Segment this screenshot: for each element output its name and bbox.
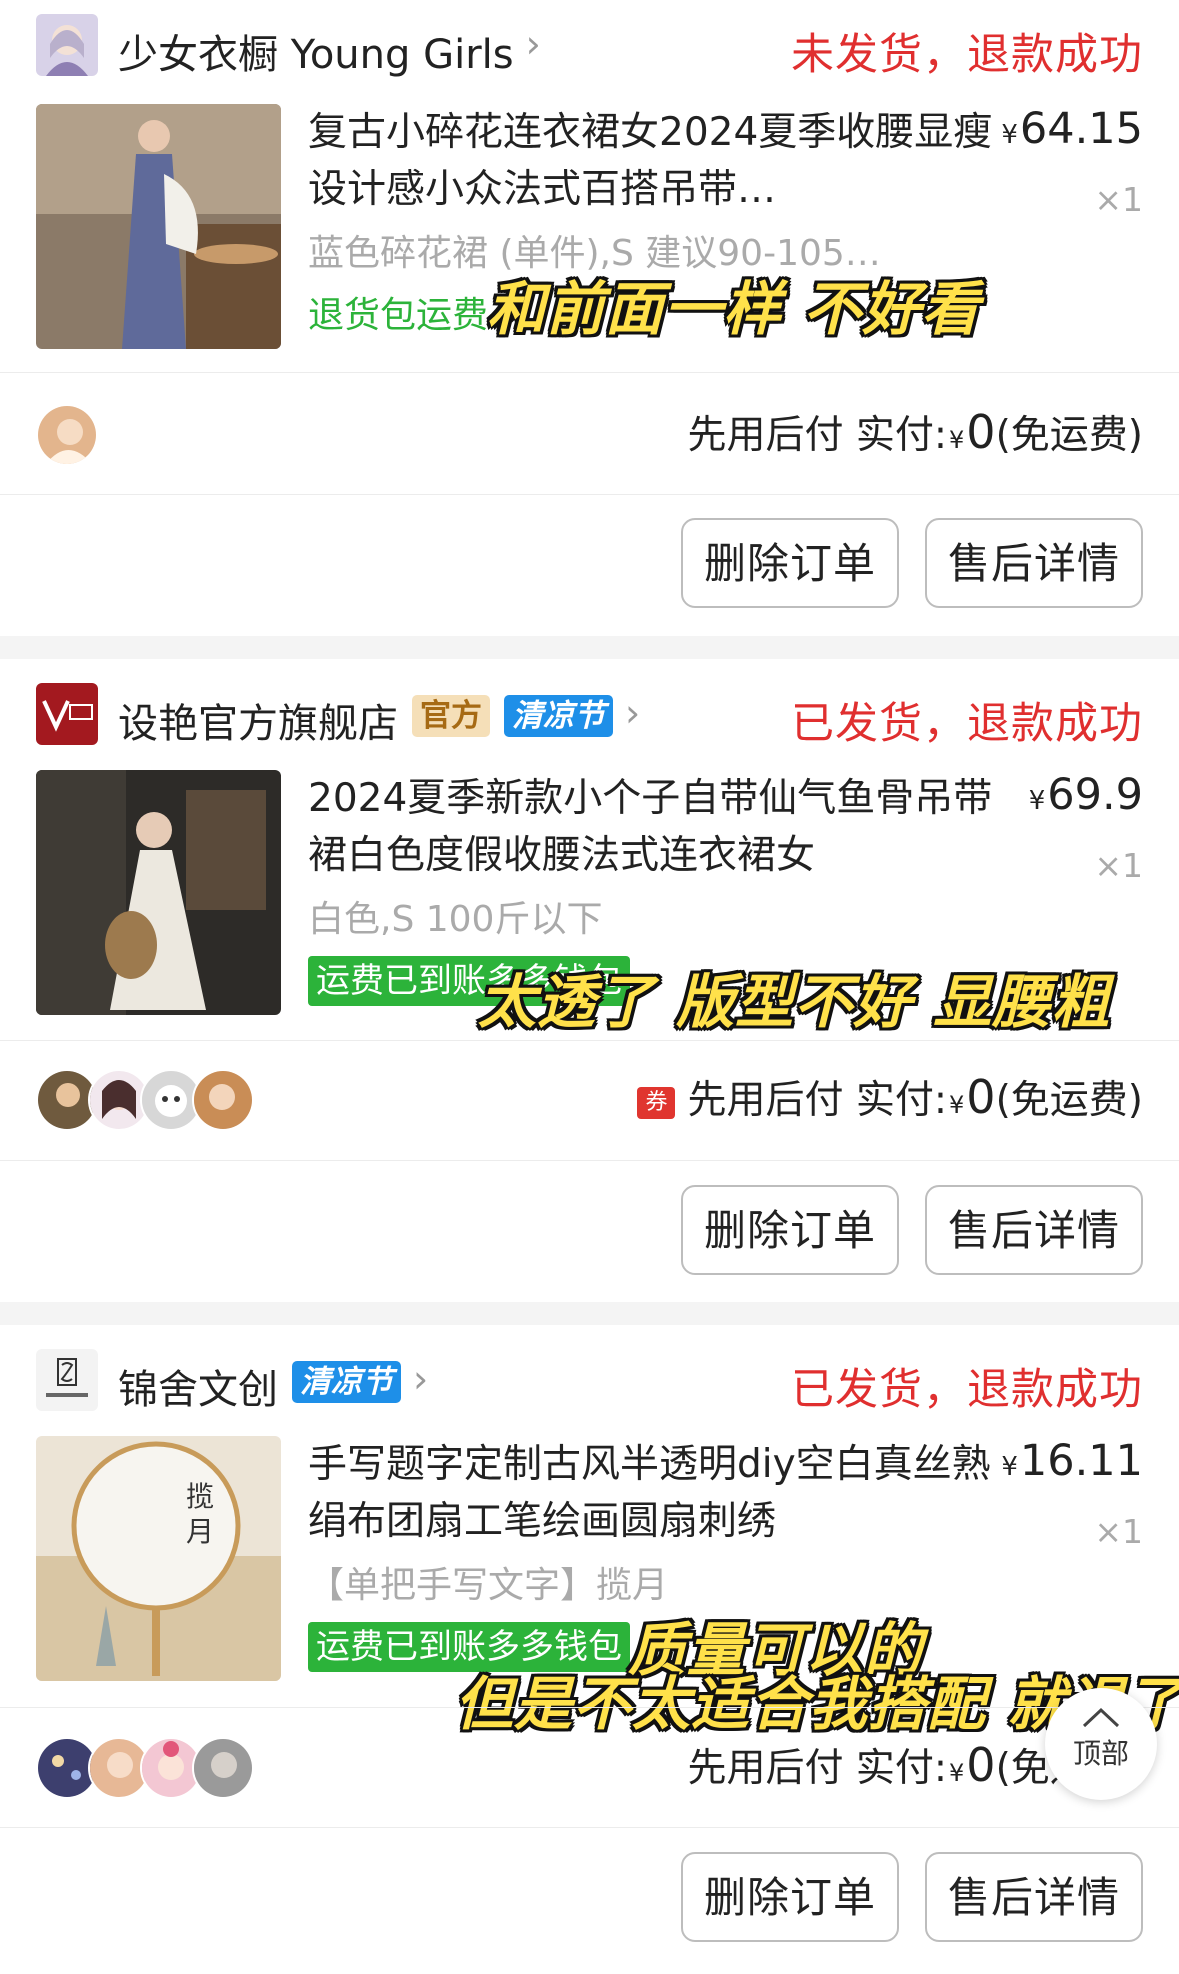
after-sales-details-button[interactable]: 售后详情	[925, 518, 1143, 608]
payment-summary: 券先用后付 实付:¥0(免运费)	[637, 1069, 1143, 1125]
product-spec: 【单把手写文字】揽月	[308, 1565, 669, 1606]
video-caption: 太透了 版型不好 显腰粗	[478, 968, 1111, 1036]
video-caption: 和前面一样 不好看	[487, 275, 981, 343]
shop-name[interactable]: 少女衣橱 Young Girls ›	[118, 22, 541, 80]
divider	[0, 1827, 1179, 1828]
buyer-avatar	[192, 1737, 254, 1799]
product-quantity: ×1	[1094, 846, 1143, 885]
chevron-right-icon: ›	[413, 1357, 429, 1401]
arrow-up-icon	[1082, 1707, 1120, 1728]
chevron-right-icon: ›	[625, 691, 641, 735]
payment-row: 券先用后付 实付:¥0(免运费)	[36, 1059, 1143, 1139]
back-to-top-label: 顶部	[1072, 1737, 1129, 1770]
product-spec: 白色,S 100斤以下	[308, 899, 603, 940]
chevron-right-icon: ›	[525, 22, 541, 66]
delete-order-button[interactable]: 删除订单	[681, 1852, 899, 1942]
event-tag: 清凉节	[504, 695, 613, 737]
payment-summary: 先用后付 实付:¥0(免运费)	[687, 405, 1143, 459]
shop-row[interactable]: 设艳官方旗舰店 官方 清凉节 › 已发货，退款成功	[36, 683, 1143, 749]
coupon-icon: 券	[637, 1086, 676, 1119]
product-image[interactable]: 揽 月	[36, 1436, 281, 1681]
order-status: 已发货，退款成功	[791, 1365, 1143, 1415]
order-item[interactable]: 揽 月 手写题字定制古风半透明diy空白真丝熟绢布团扇工笔绘画圆扇刺绣 ¥16.…	[36, 1436, 1143, 1681]
buyer-avatar	[192, 1069, 254, 1131]
delete-order-button[interactable]: 删除订单	[681, 518, 899, 608]
divider	[0, 1160, 1179, 1161]
product-image[interactable]	[36, 770, 281, 1015]
divider	[0, 1707, 1179, 1708]
return-shipping-note: 退货包运费	[308, 295, 489, 336]
product-price: ¥16.11	[1001, 1436, 1143, 1486]
delete-order-button[interactable]: 删除订单	[681, 1185, 899, 1275]
order-status: 未发货，退款成功	[791, 30, 1143, 80]
order-card-1: 少女衣橱 Young Girls › 未发货，退款成功 复古小碎花连衣裙女2024…	[0, 0, 1179, 636]
product-title[interactable]: 手写题字定制古风半透明diy空白真丝熟绢布团扇工笔绘画圆扇刺绣	[308, 1436, 998, 1550]
divider	[0, 1040, 1179, 1041]
product-quantity: ×1	[1094, 1512, 1143, 1551]
shop-name[interactable]: 锦舍文创 清凉节 ›	[118, 1357, 428, 1415]
buyer-avatar	[36, 404, 98, 466]
svg-text:揽: 揽	[186, 1480, 214, 1513]
svg-text:月: 月	[186, 1515, 214, 1548]
product-price: ¥64.15	[1001, 104, 1143, 154]
after-sales-details-button[interactable]: 售后详情	[925, 1852, 1143, 1942]
payment-row: 先用后付 实付:¥0(免运费)	[36, 394, 1143, 474]
official-tag: 官方	[412, 695, 490, 737]
shop-avatar	[36, 683, 98, 745]
divider	[0, 494, 1179, 495]
back-to-top-button[interactable]: 顶部	[1045, 1688, 1157, 1800]
after-sales-details-button[interactable]: 售后详情	[925, 1185, 1143, 1275]
payment-row: 先用后付 实付:¥0(免运费)	[36, 1727, 1143, 1807]
product-title[interactable]: 复古小碎花连衣裙女2024夏季收腰显瘦设计感小众法式百搭吊带…	[308, 104, 998, 218]
product-price: ¥69.9	[1028, 770, 1143, 820]
shop-row[interactable]: 锦舍文创 清凉节 › 已发货，退款成功	[36, 1349, 1143, 1415]
product-quantity: ×1	[1094, 180, 1143, 219]
event-tag: 清凉节	[292, 1361, 401, 1403]
shop-avatar	[36, 1349, 98, 1411]
divider	[0, 372, 1179, 373]
product-title[interactable]: 2024夏季新款小个子自带仙气鱼骨吊带裙白色度假收腰法式连衣裙女	[308, 770, 998, 884]
order-status: 已发货，退款成功	[791, 699, 1143, 749]
order-card-2: 设艳官方旗舰店 官方 清凉节 › 已发货，退款成功 2024夏季新款小个子自带仙气鱼骨…	[0, 659, 1179, 1302]
order-card-3: 锦舍文创 清凉节 › 已发货，退款成功 揽 月 手写题字定制古风半透明diy空白真丝…	[0, 1325, 1179, 1974]
product-image[interactable]	[36, 104, 281, 349]
shop-name[interactable]: 设艳官方旗舰店 官方 清凉节 ›	[118, 691, 640, 749]
shop-row[interactable]: 少女衣橱 Young Girls › 未发货，退款成功	[36, 14, 1143, 80]
shop-avatar	[36, 14, 98, 76]
